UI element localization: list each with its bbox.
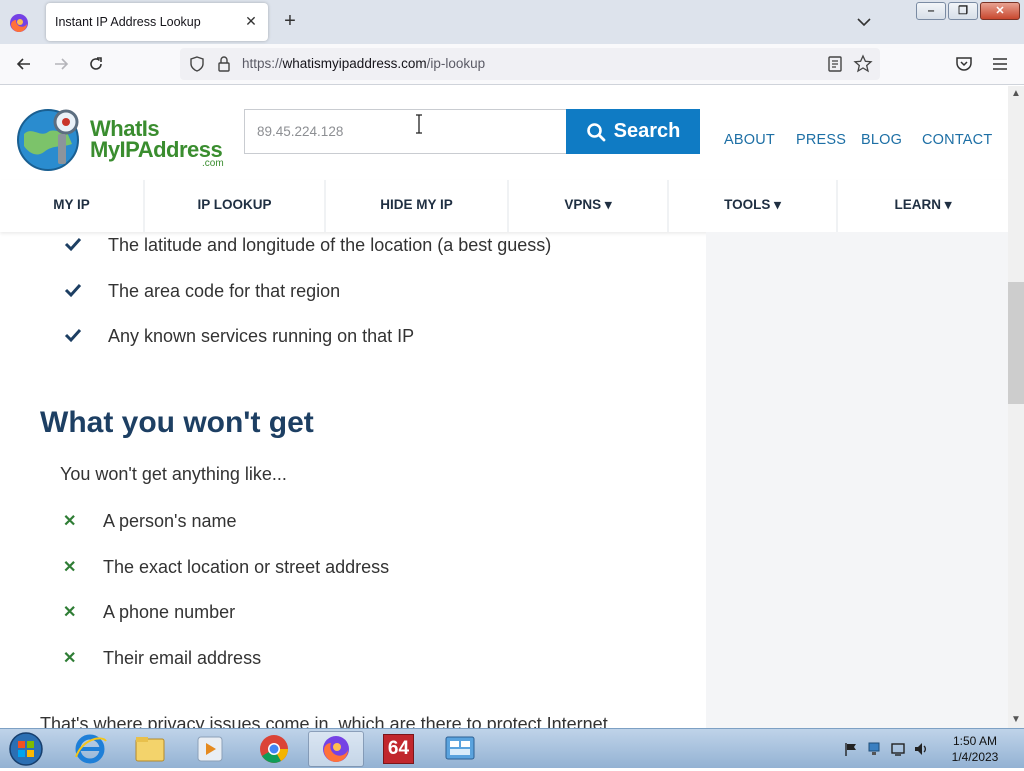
list-item: A phone number: [103, 602, 236, 622]
restore-button[interactable]: ❐: [948, 2, 978, 20]
checkmark-icon: [64, 328, 82, 343]
lock-icon[interactable]: [216, 55, 232, 73]
list-item: A person's name: [103, 511, 237, 531]
list-item: The latitude and longitude of the locati…: [108, 235, 552, 255]
forward-arrow-icon[interactable]: [51, 54, 71, 74]
action-center-flag-icon[interactable]: [843, 741, 859, 757]
nav-link-about[interactable]: ABOUT: [724, 132, 775, 148]
control-panel-icon[interactable]: [432, 731, 488, 767]
logo-text-suffix: .com: [202, 158, 224, 169]
section-heading: What you won't get: [40, 406, 314, 439]
list-all-tabs-chevron-icon[interactable]: [854, 12, 874, 32]
network-tray-icon[interactable]: [866, 741, 882, 757]
x-mark-icon: ✕: [63, 604, 77, 621]
site-logo[interactable]: WhatIs MyIPAddress .com: [14, 102, 229, 174]
reload-icon[interactable]: [86, 54, 106, 74]
minimize-icon: ‒: [927, 5, 935, 17]
url-host: whatismyipaddress.com: [282, 56, 427, 71]
aida64-taskbar-button[interactable]: 64: [370, 731, 426, 767]
list-item: The area code for that region: [108, 281, 341, 301]
media-player-icon[interactable]: [182, 731, 238, 767]
display-tray-icon[interactable]: [890, 741, 906, 757]
url-bar[interactable]: https://whatismyipaddress.com/ip-lookup: [180, 48, 880, 80]
list-item: Any known services running on that IP: [108, 326, 415, 346]
checkmark-icon: [64, 283, 82, 298]
main-nav-vpns[interactable]: VPNS ▾: [509, 180, 669, 232]
aida64-icon: 64: [383, 734, 414, 764]
pocket-icon[interactable]: [954, 54, 974, 74]
tab-title: Instant IP Address Lookup: [55, 15, 201, 29]
main-navigation: MY IP IP LOOKUP HIDE MY IP VPNS ▾ TOOLS …: [0, 180, 1008, 232]
url-path: /ip-lookup: [426, 56, 486, 71]
file-explorer-icon[interactable]: [122, 731, 178, 767]
reader-view-icon[interactable]: [827, 55, 843, 73]
main-nav-learn[interactable]: LEARN ▾: [838, 180, 1008, 232]
browser-navigation-bar: https://whatismyipaddress.com/ip-lookup: [0, 44, 1024, 85]
windows-taskbar: 64 1:50 AM 1/4/2023: [0, 728, 1024, 768]
magnifier-icon: [586, 122, 606, 141]
volume-speaker-icon[interactable]: [913, 741, 929, 757]
clock-time: 1:50 AM: [952, 734, 998, 748]
ip-search-input[interactable]: 89.45.224.128: [244, 109, 566, 154]
search-button[interactable]: Search: [566, 109, 700, 154]
bookmark-star-icon[interactable]: [853, 54, 873, 74]
internet-explorer-icon[interactable]: [62, 731, 118, 767]
vertical-scrollbar[interactable]: [1008, 86, 1024, 728]
body-paragraph: That's where privacy issues come in, whi…: [40, 714, 608, 728]
minimize-button[interactable]: ‒: [916, 2, 946, 20]
globe-magnifier-logo-icon: [17, 109, 79, 171]
section-intro: You won't get anything like...: [60, 464, 287, 484]
search-button-label: Search: [613, 120, 681, 142]
active-tab[interactable]: Instant IP Address Lookup ✕: [46, 3, 268, 41]
nav-link-contact[interactable]: CONTACT: [922, 132, 992, 148]
scroll-up-arrow-icon[interactable]: ▲: [1008, 86, 1024, 102]
x-mark-icon: ✕: [63, 559, 77, 576]
close-window-icon: ✕: [995, 5, 1005, 17]
new-tab-plus-icon[interactable]: +: [280, 10, 300, 32]
url-prefix: https://: [242, 56, 283, 71]
x-mark-icon: ✕: [63, 650, 77, 667]
main-nav-tools[interactable]: TOOLS ▾: [669, 180, 838, 232]
clock-date: 1/4/2023: [951, 750, 999, 764]
browser-tab-bar: Instant IP Address Lookup ✕ + ‒ ❐ ✕: [0, 0, 1024, 44]
url-text[interactable]: https://whatismyipaddress.com/ip-lookup: [242, 56, 485, 71]
sidebar: [706, 232, 1008, 728]
web-page: WhatIs MyIPAddress .com 89.45.224.128 Se…: [0, 86, 1008, 728]
main-nav-hide-my-ip[interactable]: HIDE MY IP: [326, 180, 509, 232]
scrollbar-thumb[interactable]: [1008, 282, 1024, 404]
main-nav-ip-lookup[interactable]: IP LOOKUP: [145, 180, 326, 232]
back-arrow-icon[interactable]: [14, 54, 34, 74]
x-mark-icon: ✕: [63, 513, 77, 530]
list-item: Their email address: [103, 648, 262, 668]
chrome-icon[interactable]: [246, 731, 302, 767]
hamburger-menu-icon[interactable]: [990, 54, 1010, 74]
firefox-taskbar-icon: [323, 736, 349, 762]
window-controls: ‒ ❐ ✕: [916, 2, 1020, 20]
shield-icon[interactable]: [188, 55, 206, 73]
nav-link-blog[interactable]: BLOG: [861, 132, 902, 148]
start-orb-icon[interactable]: [6, 730, 46, 768]
nav-link-press[interactable]: PRESS: [796, 132, 846, 148]
checkmark-icon: [64, 237, 82, 252]
list-item: The exact location or street address: [103, 557, 390, 577]
text-cursor-icon: [416, 114, 422, 134]
close-window-button[interactable]: ✕: [980, 2, 1020, 20]
firefox-icon[interactable]: [8, 12, 30, 34]
main-nav-my-ip[interactable]: MY IP: [0, 180, 145, 232]
restore-icon: ❐: [958, 5, 968, 17]
tab-close-icon[interactable]: ✕: [242, 12, 260, 30]
system-clock[interactable]: 1:50 AM 1/4/2023: [940, 733, 1010, 765]
firefox-taskbar-button[interactable]: [308, 731, 364, 767]
scroll-down-arrow-icon[interactable]: ▼: [1008, 712, 1024, 728]
